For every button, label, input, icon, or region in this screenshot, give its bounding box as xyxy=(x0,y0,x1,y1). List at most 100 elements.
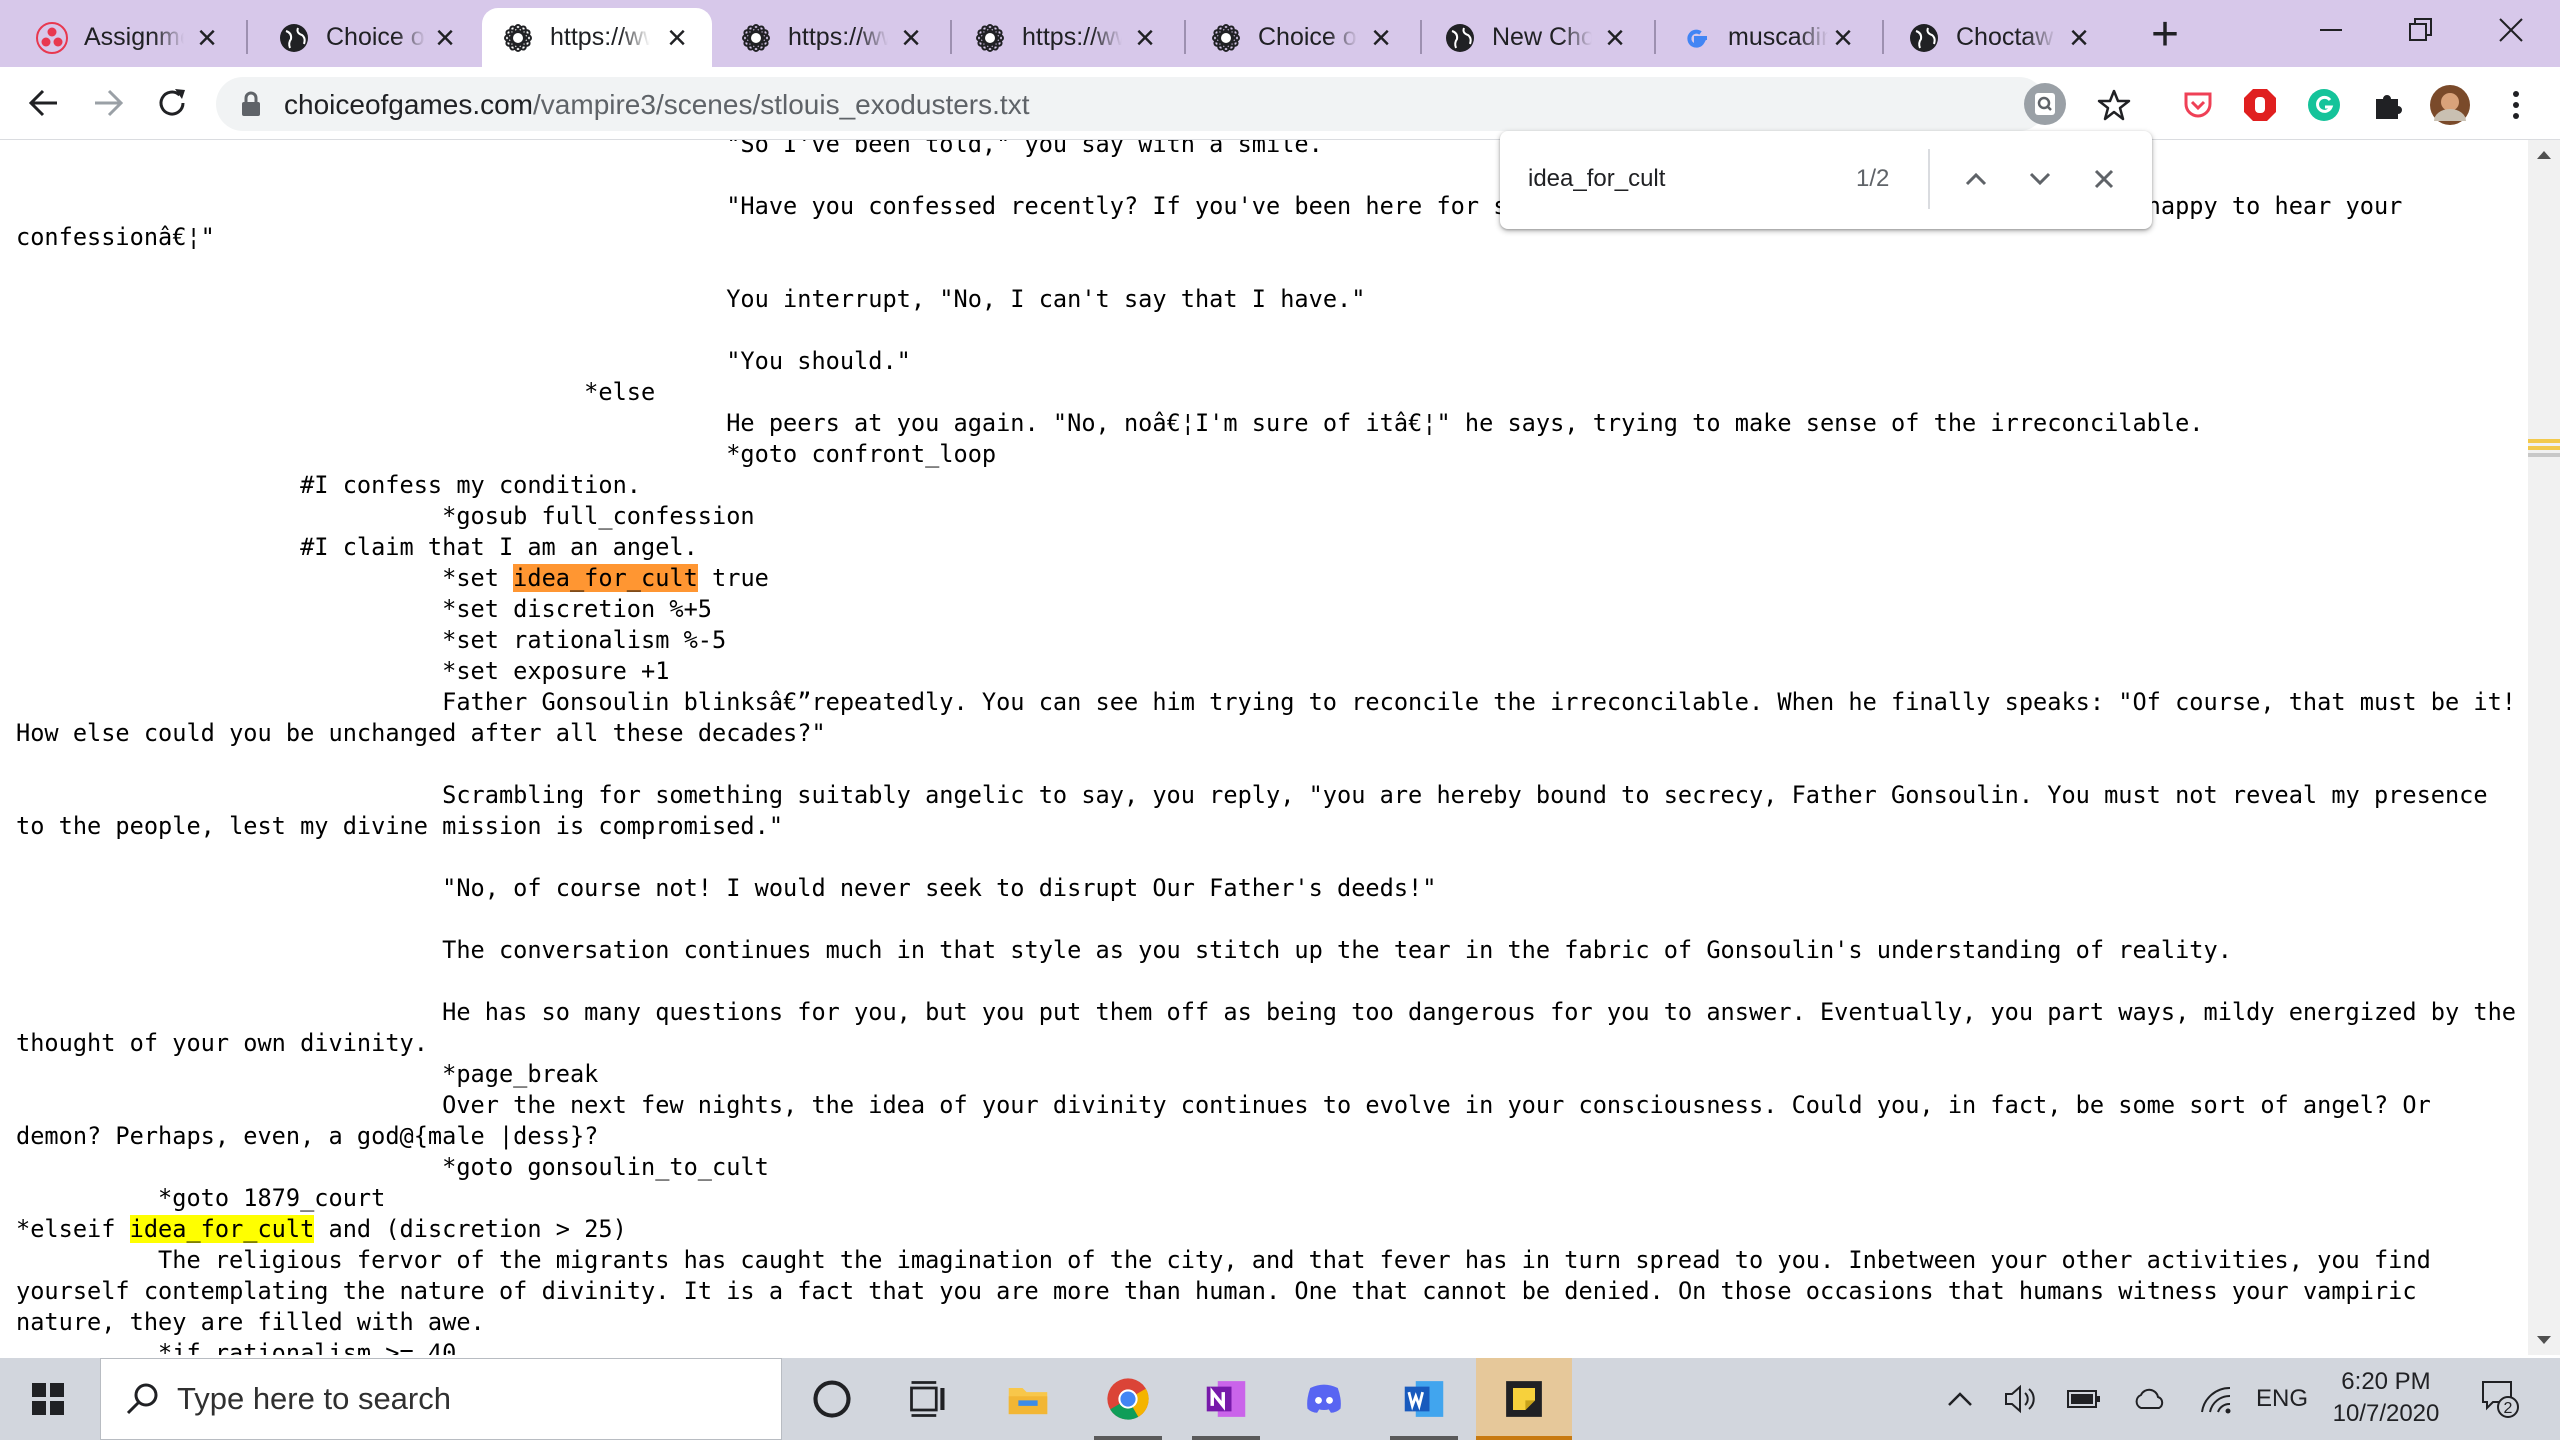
browser-tab[interactable]: Choice of Games × xyxy=(1190,8,1416,67)
scrollbar-match-marker xyxy=(2528,446,2560,450)
tab-favicon xyxy=(1680,22,1712,54)
find-close-button[interactable] xyxy=(2082,157,2126,201)
wifi-button[interactable] xyxy=(2194,1358,2238,1440)
reload-button[interactable] xyxy=(148,79,196,127)
start-button[interactable] xyxy=(0,1358,96,1440)
new-tab-button[interactable]: + xyxy=(2140,11,2190,62)
openai-icon xyxy=(976,23,1004,52)
discord-icon xyxy=(1307,1384,1341,1413)
text-line: #I confess my condition. xyxy=(300,471,641,499)
extensions-button[interactable] xyxy=(2368,85,2408,125)
text-line: He has so many questions for you, but yo… xyxy=(16,998,2517,1057)
line-text: true xyxy=(697,564,769,592)
adblock-extension[interactable] xyxy=(2240,85,2280,125)
taskbar-app-task-view[interactable] xyxy=(880,1358,976,1440)
taskbar-app-file-explorer[interactable] xyxy=(980,1358,1076,1440)
scroll-up-arrow[interactable] xyxy=(2528,140,2560,170)
tab-close-icon[interactable]: × xyxy=(896,21,926,55)
speaker-icon xyxy=(2005,1384,2035,1414)
taskbar-app-word[interactable] xyxy=(1376,1358,1472,1440)
taskbar-app-chrome[interactable] xyxy=(1080,1358,1176,1440)
restore-button[interactable] xyxy=(2376,0,2466,60)
pocket-extension[interactable] xyxy=(2178,85,2218,125)
browser-tab[interactable]: https://www.choiceofgames.com × xyxy=(482,8,712,67)
tab-separator xyxy=(950,20,952,54)
taskbar-app-discord[interactable] xyxy=(1276,1358,1372,1440)
taskbar-app-sticky-notes[interactable] xyxy=(1476,1358,1572,1440)
scroll-down-arrow[interactable] xyxy=(2528,1325,2560,1355)
text-line: *elseif idea_for_cult and (discretion > … xyxy=(16,1214,2526,1245)
search-icon xyxy=(126,1383,158,1415)
tab-title: muscadine xyxy=(1728,23,1828,51)
scrollbar-thumb-marker xyxy=(2528,453,2560,457)
notification-count: 2 xyxy=(2504,1400,2513,1417)
input-language[interactable]: ENG xyxy=(2252,1358,2312,1440)
tab-close-icon[interactable]: × xyxy=(192,21,222,55)
text-line: *goto confront_loop xyxy=(726,440,997,468)
tab-close-icon[interactable]: × xyxy=(2064,21,2094,55)
close-window-button[interactable] xyxy=(2466,0,2556,60)
minimize-button[interactable] xyxy=(2286,0,2376,60)
tab-close-icon[interactable]: × xyxy=(430,21,460,55)
tab-title: Choice of Games xyxy=(1258,23,1358,51)
find-icon xyxy=(2035,93,2055,115)
browser-tab[interactable]: https://www.choiceofgames.com × xyxy=(954,8,1180,67)
tab-close-icon[interactable]: × xyxy=(1366,21,1396,55)
browser-menu-button[interactable] xyxy=(2496,85,2536,125)
find-previous-button[interactable] xyxy=(1954,157,1998,201)
cloud-icon xyxy=(2135,1388,2164,1409)
tab-favicon xyxy=(36,21,68,54)
tab-close-icon[interactable]: × xyxy=(1130,21,1160,55)
browser-tab[interactable]: https://www.choiceofgames.com × xyxy=(720,8,946,67)
taskbar-search-input[interactable] xyxy=(177,1359,757,1439)
tab-close-icon[interactable]: × xyxy=(662,21,692,55)
puzzle-icon xyxy=(2376,95,2402,119)
minimize-icon xyxy=(2320,29,2342,31)
tab-separator xyxy=(1882,20,1884,54)
url-path: /vampire3/scenes/stlouis_exodusters.txt xyxy=(533,89,1030,120)
text-line: The conversation continues much in that … xyxy=(442,936,2232,964)
browser-tab[interactable]: Assignment × xyxy=(16,8,242,67)
find-next-button[interactable] xyxy=(2018,157,2062,201)
tab-title: Choice of Games xyxy=(326,23,426,51)
profile-avatar-button[interactable] xyxy=(2430,85,2470,125)
browser-tab[interactable]: Choice of Games× xyxy=(258,8,480,67)
openai-icon xyxy=(742,23,770,52)
clock-date: 10/7/2020 xyxy=(2332,1400,2440,1427)
arrow-left-icon xyxy=(28,89,57,117)
back-button[interactable] xyxy=(20,79,68,127)
line-text: *elseif xyxy=(16,1215,130,1243)
taskbar-clock[interactable]: 6:20 PM 10/7/2020 xyxy=(2318,1366,2454,1430)
file-explorer-icon xyxy=(1008,1388,1048,1415)
text-line: Over the next few nights, the idea of yo… xyxy=(16,1091,2445,1150)
taskbar-app-onenote[interactable] xyxy=(1178,1358,1274,1440)
text-line: You interrupt, "No, I can't say that I h… xyxy=(726,285,1366,313)
tab-favicon xyxy=(740,22,772,54)
find-input[interactable] xyxy=(1528,159,1768,199)
taskbar-search-box[interactable] xyxy=(100,1358,782,1440)
tab-close-icon[interactable]: × xyxy=(1600,21,1630,55)
address-bar[interactable]: choiceofgames.com/vampire3/scenes/stloui… xyxy=(216,77,2066,131)
browser-tab[interactable]: New Choice × xyxy=(1424,8,1650,67)
text-line: *gosub full_confession xyxy=(442,502,755,530)
onedrive-button[interactable] xyxy=(2128,1358,2172,1440)
taskbar-app-cortana[interactable] xyxy=(784,1358,880,1440)
arrow-right-icon xyxy=(95,89,124,117)
vertical-scrollbar[interactable] xyxy=(2528,140,2560,1355)
action-center-button[interactable]: 2 xyxy=(2470,1358,2530,1440)
browser-tab[interactable]: Choctaw Nation × xyxy=(1888,8,2114,67)
browser-tab[interactable]: muscadine× xyxy=(1660,8,1878,67)
battery-button[interactable] xyxy=(2062,1358,2106,1440)
close-icon xyxy=(2094,169,2114,189)
forward-button[interactable] xyxy=(84,79,132,127)
tab-strip: Assignment×Choice of Games×https://www.c… xyxy=(0,0,2560,67)
bookmark-star-button[interactable] xyxy=(2094,85,2134,125)
tab-close-icon[interactable]: × xyxy=(1828,21,1858,55)
volume-button[interactable] xyxy=(2000,1358,2044,1440)
find-bar: 1/2 xyxy=(1500,131,2152,229)
text-line: *goto gonsoulin_to_cult xyxy=(442,1153,769,1181)
tab-separator xyxy=(1654,20,1656,54)
find-in-page-button[interactable] xyxy=(2024,83,2066,125)
grammarly-extension[interactable] xyxy=(2304,85,2344,125)
tray-overflow-button[interactable] xyxy=(1940,1358,1980,1440)
